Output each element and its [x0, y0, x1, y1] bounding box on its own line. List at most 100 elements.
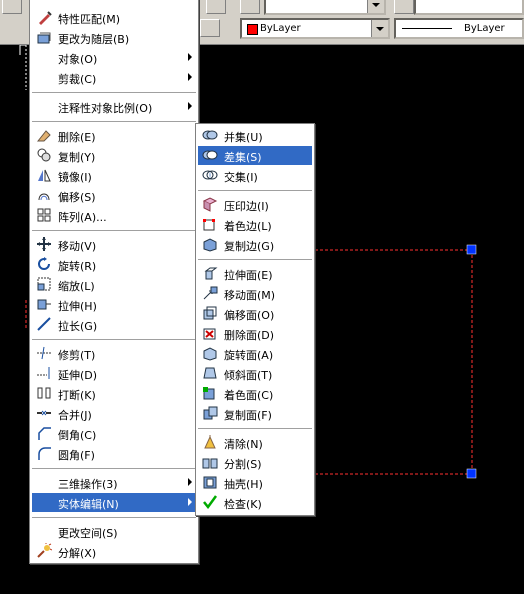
main-menu-item[interactable]: 修剪(T): [32, 344, 196, 363]
toolbar-button-match[interactable]: [240, 0, 260, 14]
linetype-combo[interactable]: ByLayer: [394, 18, 524, 39]
grip-bottom-right: [466, 468, 477, 479]
main-menu-item[interactable]: 打断(K): [32, 384, 196, 403]
lengthen-icon: [36, 316, 52, 332]
main-menu-item-label: 移动(V): [58, 240, 97, 253]
submenu-item[interactable]: 删除面(D): [198, 324, 312, 343]
submenu-item-label: 并集(U): [224, 131, 263, 144]
main-menu-item[interactable]: 拉伸(H): [32, 295, 196, 314]
submenu-arrow-icon: [188, 53, 192, 61]
main-menu-item-label: 复制(Y): [58, 151, 96, 164]
submenu-item[interactable]: 清除(N): [198, 433, 312, 452]
submenu-item[interactable]: 着色面(C): [198, 384, 312, 403]
submenu-item[interactable]: 偏移面(O): [198, 304, 312, 323]
main-menu-separator: [32, 339, 196, 340]
array-icon: [36, 207, 52, 223]
submenu-item[interactable]: 移动面(M): [198, 284, 312, 303]
copy-edges-icon: [202, 236, 218, 252]
main-menu-separator: [32, 230, 196, 231]
submenu-item-label: 复制边(G): [224, 240, 275, 253]
join-icon: [36, 405, 52, 421]
submenu-item[interactable]: 倾斜面(T): [198, 364, 312, 383]
main-menu-item[interactable]: 缩放(L): [32, 275, 196, 294]
clean-icon: [202, 434, 218, 450]
submenu-arrow-icon: [188, 73, 192, 81]
main-menu-item[interactable]: 特性匹配(M): [32, 8, 196, 27]
match-properties-icon: [36, 9, 52, 25]
submenu-item-label: 旋转面(A): [224, 349, 274, 362]
submenu-item[interactable]: 拉伸面(E): [198, 264, 312, 283]
submenu-item[interactable]: 压印边(I): [198, 195, 312, 214]
color-combo[interactable]: ByLayer: [240, 18, 390, 39]
extrude-faces-icon: [202, 265, 218, 281]
main-menu-item[interactable]: 旋转(R): [32, 255, 196, 274]
main-menu-item[interactable]: 注释性对象比例(O): [32, 97, 196, 116]
submenu-item[interactable]: 旋转面(A): [198, 344, 312, 363]
chevron-down-icon[interactable]: [371, 20, 388, 37]
main-menu-item[interactable]: 更改空间(S): [32, 522, 196, 541]
main-menu-item[interactable]: 镜像(I): [32, 166, 196, 185]
main-menu-item[interactable]: 分解(X): [32, 542, 196, 561]
linetype-combo-value: ByLayer: [464, 23, 505, 34]
mirror-icon: [36, 167, 52, 183]
submenu-item[interactable]: 检查(K): [198, 493, 312, 512]
main-menu-item[interactable]: 拉长(G): [32, 315, 196, 334]
main-menu-item[interactable]: 偏移(S): [32, 186, 196, 205]
main-menu-item[interactable]: 删除(E): [32, 126, 196, 145]
submenu-item[interactable]: 差集(S): [198, 146, 312, 165]
toolbar-button-dim[interactable]: [394, 0, 414, 14]
taper-faces-icon: [202, 365, 218, 381]
modify-menu: 特性匹配(M) 更改为随层(B) 对象(O) 剪裁(C) 注释性对象比例(O) 删除(E)…: [29, 0, 199, 564]
main-menu-item-label: 圆角(F): [58, 449, 95, 462]
main-menu-separator: [32, 517, 196, 518]
main-menu-item-label: 剪裁(C): [58, 73, 97, 86]
intersect-icon: [202, 167, 218, 183]
submenu-arrow-icon: [188, 478, 192, 486]
imprint-icon: [202, 196, 218, 212]
main-menu-item[interactable]: 三维操作(3): [32, 473, 196, 492]
main-menu-item-label: 分解(X): [58, 547, 97, 560]
trim-icon: [36, 345, 52, 361]
submenu-arrow-icon: [188, 102, 192, 110]
main-menu-item-label: 拉伸(H): [58, 300, 97, 313]
submenu-item[interactable]: 并集(U): [198, 126, 312, 145]
main-menu-item[interactable]: 移动(V): [32, 235, 196, 254]
main-menu-item-label: 镜像(I): [58, 171, 92, 184]
submenu-item[interactable]: 复制面(F): [198, 404, 312, 423]
submenu-item-label: 移动面(M): [224, 289, 276, 302]
submenu-item-label: 压印边(I): [224, 200, 269, 213]
main-menu-item[interactable]: 更改为随层(B): [32, 28, 196, 47]
submenu-item[interactable]: 交集(I): [198, 166, 312, 185]
main-menu-item[interactable]: 延伸(D): [32, 364, 196, 383]
main-menu-item-label: 偏移(S): [58, 191, 96, 204]
submenu-item[interactable]: 抽壳(H): [198, 473, 312, 492]
main-menu-item[interactable]: 对象(O): [32, 48, 196, 67]
main-menu-item[interactable]: 合并(J): [32, 404, 196, 423]
main-menu-item-label: 更改为随层(B): [58, 33, 130, 46]
submenu-item-label: 交集(I): [224, 171, 258, 184]
submenu-item[interactable]: 着色边(L): [198, 215, 312, 234]
main-menu-item[interactable]: 复制(Y): [32, 146, 196, 165]
main-menu-item-label: 删除(E): [58, 131, 96, 144]
subtract-icon: [202, 147, 218, 163]
toolbar-button-left[interactable]: [2, 0, 22, 14]
main-menu-item[interactable]: 阵列(A)...: [32, 206, 196, 225]
main-menu-item-label: 修剪(T): [58, 349, 96, 362]
check-icon: [202, 494, 218, 510]
layer-icon[interactable]: [200, 19, 220, 37]
submenu-item[interactable]: 复制边(G): [198, 235, 312, 254]
main-menu-item[interactable]: 实体编辑(N): [32, 493, 196, 512]
main-menu-item[interactable]: 剪裁(C): [32, 68, 196, 87]
submenu-item-label: 拉伸面(E): [224, 269, 273, 282]
main-menu-separator: [32, 468, 196, 469]
main-menu-item[interactable]: 圆角(F): [32, 444, 196, 463]
main-menu-item-label: 合并(J): [58, 409, 92, 422]
submenu-item-label: 分割(S): [224, 458, 262, 471]
toolbar-combo-top[interactable]: [264, 0, 386, 15]
main-menu-item[interactable]: 倒角(C): [32, 424, 196, 443]
change-to-bylayer-icon: [36, 29, 52, 45]
toolbar-button-properties[interactable]: [206, 0, 226, 14]
toolbar-combo-top-right[interactable]: [414, 0, 524, 15]
submenu-item[interactable]: 分割(S): [198, 453, 312, 472]
delete-faces-icon: [202, 325, 218, 341]
